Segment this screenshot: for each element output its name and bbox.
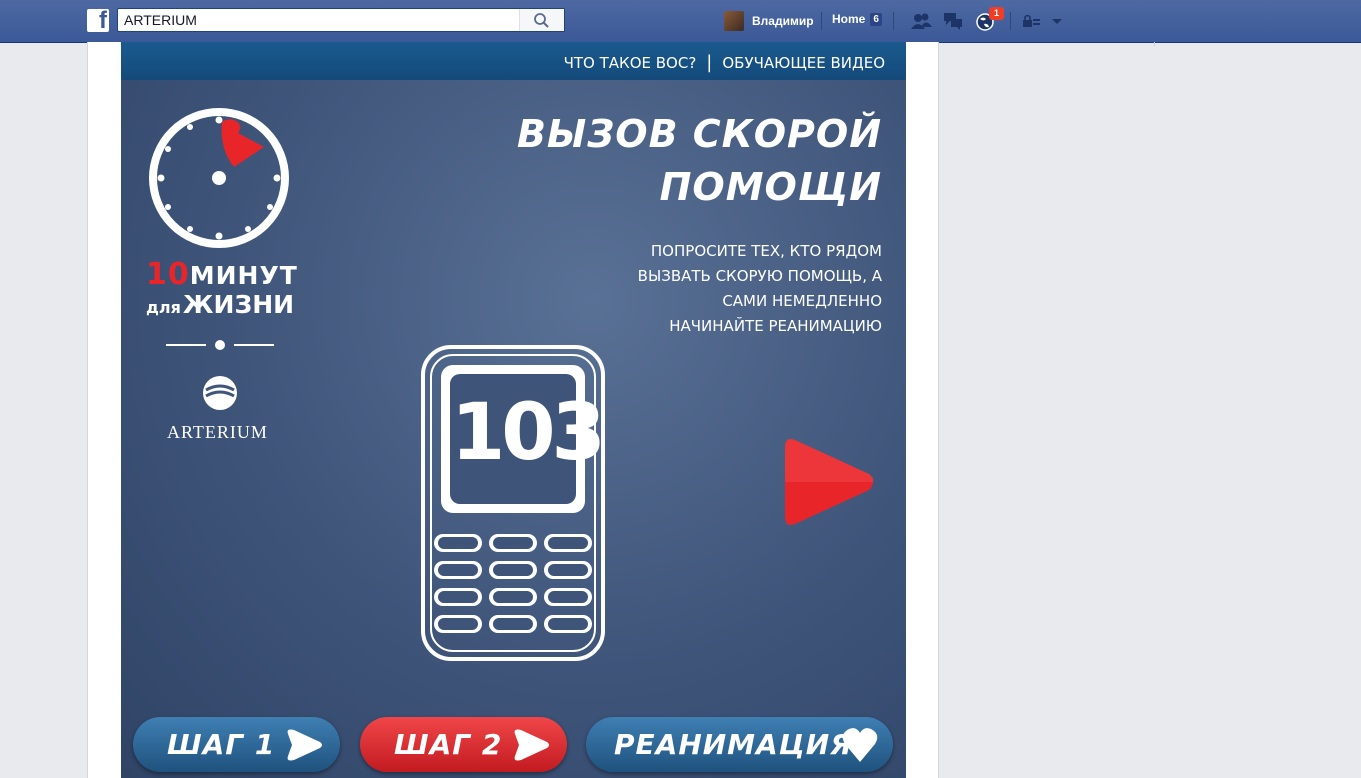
facebook-top-bar: f Владимир Home 6 1: [0, 0, 1361, 43]
instruction-line: ПОПРОСИТЕ ТЕХ, КТО РЯДОМ: [650, 242, 882, 260]
search-icon: [534, 13, 549, 28]
emergency-number: 103: [451, 388, 606, 478]
page-title: ВЫЗОВ СКОРОЙ ПОМОЩИ: [517, 108, 882, 214]
messages-icon[interactable]: [942, 11, 964, 31]
avatar: [724, 11, 744, 31]
account-menu-chevron-down-icon[interactable]: [1046, 11, 1068, 31]
nav-separator: |: [706, 52, 713, 73]
step-1-label: ШАГ 1: [167, 728, 276, 761]
clock-heart-icon: [149, 108, 289, 248]
home-label: Home: [832, 12, 866, 26]
nav-link-tutorial-video[interactable]: ОБУЧАЮЩЕЕ ВИДЕО: [722, 54, 885, 72]
divider: [821, 12, 822, 30]
play-video-button[interactable]: [781, 432, 877, 532]
arrow-heart-icon: [287, 729, 322, 761]
divider: [893, 12, 894, 30]
search-button[interactable]: [519, 9, 564, 31]
brand-name: ARTERIUM: [167, 422, 268, 442]
heart-icon: [842, 728, 878, 762]
reanimation-button[interactable]: РЕАНИМАЦИЯ: [586, 717, 893, 772]
privacy-lock-icon[interactable]: [1020, 11, 1042, 31]
arterium-app: ЧТО ТАКОЕ ВОС? | ОБУЧАЮЩЕЕ ВИДЕО 10МИНУТ…: [121, 42, 906, 778]
user-name: Владимир: [752, 14, 814, 28]
title-line-1: ВЫЗОВ СКОРОЙ: [516, 112, 882, 156]
friend-requests-icon[interactable]: [910, 11, 932, 31]
instructions-text: ПОПРОСИТЕ ТЕХ, КТО РЯДОМ ВЫЗВАТЬ СКОРУЮ …: [638, 239, 882, 339]
divider-dot-icon: [166, 340, 274, 350]
home-count-badge: 6: [870, 12, 882, 26]
logo-word-for: для: [146, 298, 181, 317]
arrow-heart-icon: [514, 729, 549, 761]
arterium-emblem-icon: [203, 376, 237, 410]
title-line-2: ПОМОЩИ: [659, 165, 882, 209]
ten-minutes-logo: 10МИНУТ дляЖИЗНИ: [146, 260, 298, 322]
instruction-line: ВЫЗВАТЬ СКОРУЮ ПОМОЩЬ, А: [637, 267, 882, 285]
nav-link-what-is-vos[interactable]: ЧТО ТАКОЕ ВОС?: [564, 54, 697, 72]
profile-link[interactable]: Владимир: [724, 10, 814, 32]
reanimation-label: РЕАНИМАЦИЯ: [614, 728, 853, 761]
logo-word-minutes: МИНУТ: [189, 261, 298, 290]
logo-number: 10: [146, 257, 190, 292]
facebook-logo-icon[interactable]: f: [87, 7, 109, 34]
divider: [1010, 12, 1011, 30]
step-2-button[interactable]: ШАГ 2: [360, 717, 567, 772]
step-2-label: ШАГ 2: [394, 728, 503, 761]
app-nav-bar: ЧТО ТАКОЕ ВОС? | ОБУЧАЮЩЕЕ ВИДЕО: [121, 42, 906, 80]
instruction-line: НАЧИНАЙТЕ РЕАНИМАЦИЮ: [669, 317, 882, 335]
instruction-line: САМИ НЕМЕДЛЕННО: [722, 292, 882, 310]
home-link[interactable]: Home 6: [832, 12, 882, 26]
notifications-badge: 1: [989, 7, 1004, 20]
logo-word-life: ЖИЗНИ: [182, 290, 295, 319]
search-input[interactable]: [124, 12, 514, 28]
right-column-divider: [1154, 42, 1155, 46]
search-box: [117, 8, 565, 32]
step-1-button[interactable]: ШАГ 1: [133, 717, 340, 772]
